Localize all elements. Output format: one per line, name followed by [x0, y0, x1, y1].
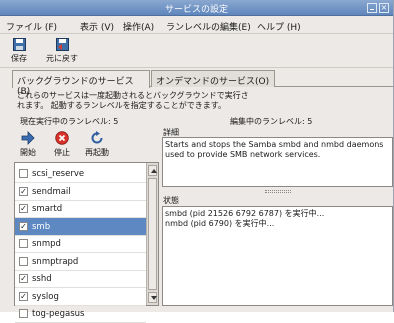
minimize-button[interactable]	[367, 3, 377, 13]
service-name: snmptrapd	[32, 256, 79, 267]
service-name: smb	[32, 221, 51, 232]
status-text: smbd (pid 21526 6792 6787) を実行中... nmbd …	[162, 206, 393, 306]
service-name: sendmail	[32, 186, 71, 197]
menu-help[interactable]: ヘルプ (H)	[257, 20, 301, 33]
service-row-sshd[interactable]: ✓ sshd	[15, 270, 146, 288]
revert-button[interactable]: 元に戻す	[44, 38, 80, 64]
start-button[interactable]: 開始	[16, 131, 40, 158]
scroll-up-button[interactable]	[148, 165, 157, 176]
service-checkbox[interactable]	[19, 256, 28, 266]
stop-label: 停止	[54, 148, 70, 157]
save-icon	[12, 38, 26, 51]
stop-button[interactable]: 停止	[50, 131, 74, 158]
service-name: scsi_reserve	[32, 169, 85, 179]
editing-runlevel: 編集中のランレベル: 5	[230, 117, 313, 126]
window-title: サービスの設定	[164, 5, 228, 15]
service-name: snmpd	[32, 239, 61, 249]
pane-splitter-handle[interactable]	[265, 190, 291, 193]
tab-ondemand-services[interactable]: オンデマンドのサービス(O)	[151, 70, 275, 87]
service-row-smb[interactable]: ✓ smb	[15, 217, 146, 236]
service-name: sshd	[32, 274, 52, 284]
details-text: Starts and stops the Samba smbd and nmbd…	[162, 137, 393, 187]
revert-label: 元に戻す	[46, 54, 78, 63]
status-line-smbd: smbd (pid 21526 6792 6787) を実行中...	[165, 209, 325, 218]
service-checkbox[interactable]: ✓	[19, 204, 28, 213]
service-name: tog-pegasus	[32, 309, 85, 319]
revert-icon	[55, 38, 69, 51]
service-row-sendmail[interactable]: ✓ sendmail	[15, 183, 146, 201]
list-scrollbar[interactable]	[146, 163, 158, 305]
arrow-right-icon	[21, 131, 35, 145]
service-checkbox[interactable]	[19, 169, 28, 178]
service-row-scsi_reserve[interactable]: scsi_reserve	[15, 165, 146, 183]
tab-background-services[interactable]: バックグラウンドのサービス (B)	[12, 70, 150, 97]
service-row-snmpd[interactable]: snmpd	[15, 235, 146, 253]
toolbar: 保存 元に戻す	[0, 35, 393, 68]
refresh-icon	[91, 131, 103, 144]
service-row-syslog[interactable]: ✓ syslog	[15, 288, 146, 306]
service-row-tog-pegasus[interactable]: tog-pegasus	[15, 305, 146, 323]
services-list[interactable]: scsi_reserve ✓ sendmail ✓ smartd ✓ smb snmpd snm…	[14, 162, 159, 323]
services-window: サービスの設定 × ファイル (F) 表示 (V) 操作(A) ランレベルの編集…	[0, 0, 394, 323]
scroll-thumb[interactable]	[148, 178, 157, 290]
status-line-nmbd: nmbd (pid 6790) を実行中...	[165, 219, 275, 228]
service-name: syslog	[32, 291, 59, 302]
service-checkbox[interactable]: ✓	[19, 291, 28, 301]
restart-button[interactable]: 再起動	[82, 131, 112, 158]
service-name: smartd	[32, 204, 63, 214]
service-row-snmptrapd[interactable]: snmptrapd	[15, 253, 146, 271]
save-label: 保存	[11, 54, 27, 63]
menu-edit-runlevel[interactable]: ランレベルの編集(E)	[166, 20, 251, 33]
service-checkbox[interactable]: ✓	[19, 221, 28, 231]
current-runlevel: 現在実行中のランレベル: 5	[20, 117, 119, 126]
restart-label: 再起動	[85, 148, 109, 157]
start-label: 開始	[20, 148, 36, 157]
description-text: これらのサービスは一度起動されるとバックグラウンドで実行さ れます。 起動するラ…	[17, 91, 249, 110]
scroll-down-button[interactable]	[148, 292, 157, 303]
service-row-smartd[interactable]: ✓ smartd	[15, 200, 146, 218]
service-checkbox[interactable]: ✓	[19, 186, 28, 196]
menu-bar: ファイル (F) 表示 (V) 操作(A) ランレベルの編集(E) ヘルプ (H…	[0, 17, 393, 34]
tab-bar: バックグラウンドのサービス (B) オンデマンドのサービス(O)	[12, 70, 393, 97]
stop-icon	[55, 131, 69, 145]
service-checkbox[interactable]	[19, 309, 28, 318]
status-label: 状態	[163, 196, 179, 205]
menu-file[interactable]: ファイル (F)	[6, 20, 57, 33]
service-actions: 開始 停止 再起動	[12, 128, 158, 162]
service-checkbox[interactable]: ✓	[19, 274, 28, 283]
menu-action[interactable]: 操作(A)	[123, 20, 154, 33]
service-checkbox[interactable]	[19, 239, 28, 248]
menu-view[interactable]: 表示 (V)	[80, 20, 114, 33]
close-button[interactable]: ×	[379, 3, 389, 13]
title-bar[interactable]: サービスの設定 ×	[0, 0, 393, 16]
save-button[interactable]: 保存	[6, 38, 32, 64]
